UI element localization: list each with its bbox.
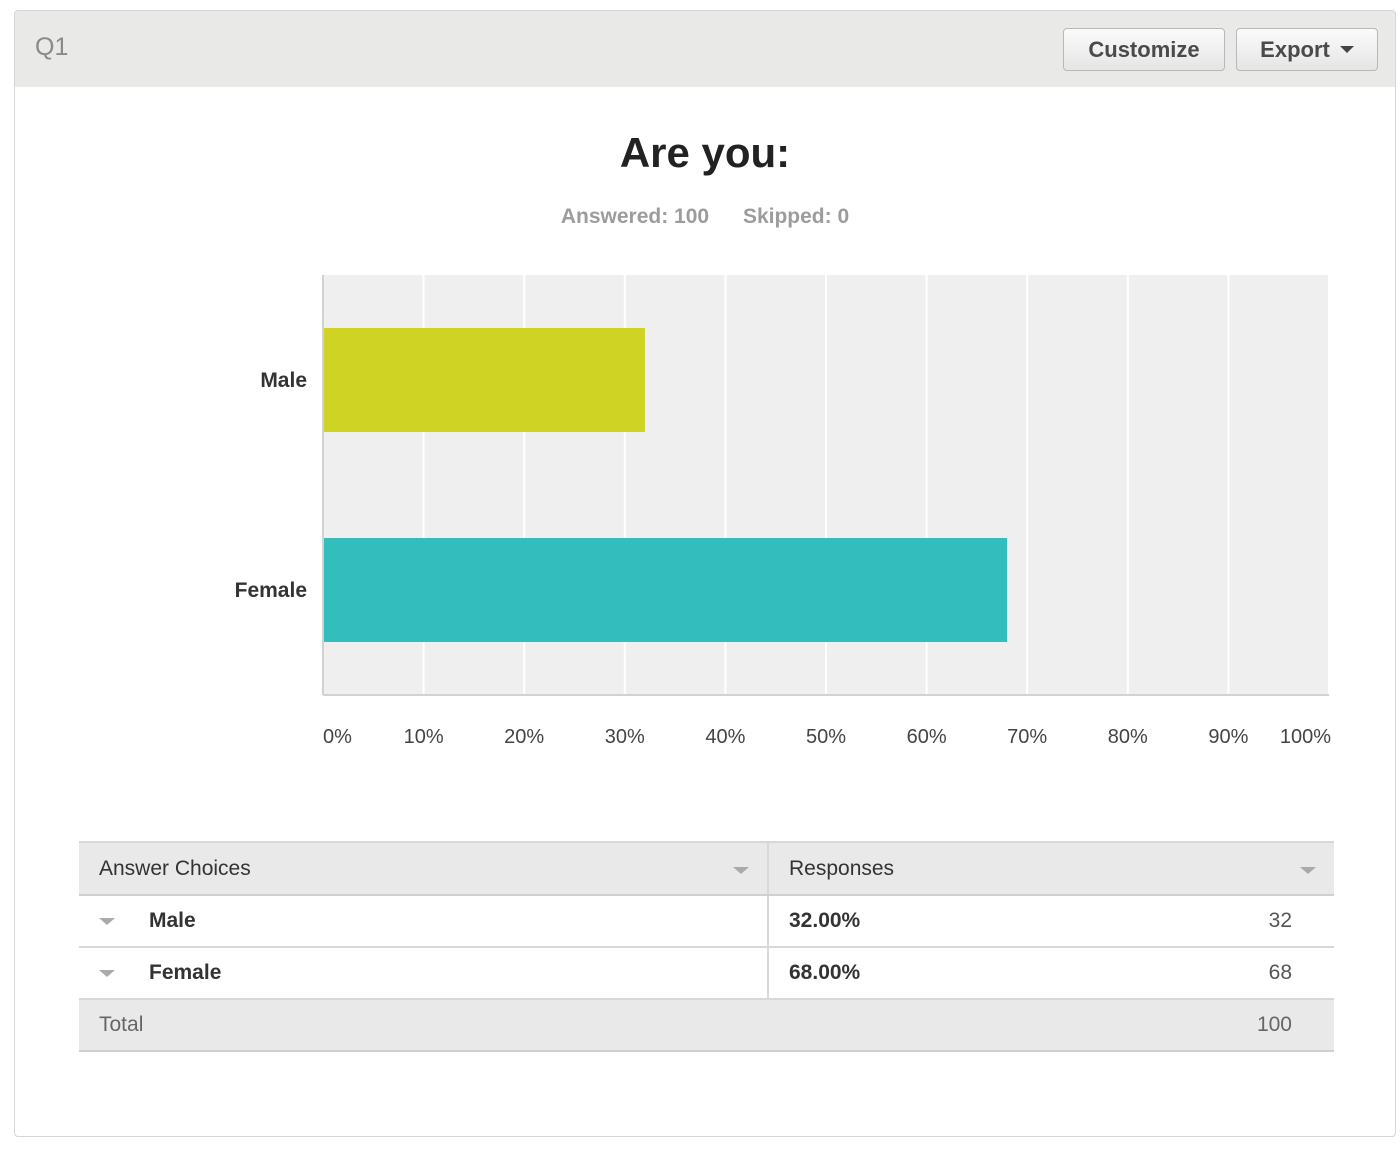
- expand-caret-icon[interactable]: [99, 917, 115, 925]
- question-card: Q1 Customize Export Are you: Answered: 1…: [14, 10, 1396, 1137]
- count-cell: 32: [1071, 895, 1334, 948]
- x-tick-label: 80%: [1108, 726, 1148, 748]
- answer-choices-header[interactable]: Answer Choices: [79, 841, 769, 896]
- x-tick-label: 0%: [323, 726, 352, 748]
- x-tick-label: 30%: [605, 726, 645, 748]
- sort-caret-icon[interactable]: [733, 867, 749, 874]
- responses-header-label: Responses: [789, 856, 895, 880]
- x-tick-label: 40%: [705, 726, 745, 748]
- percent-cell: 68.00%: [768, 947, 1072, 1000]
- table-row: Female 68.00% 68: [79, 947, 1334, 1000]
- total-row: Total 100: [79, 999, 1334, 1052]
- x-tick-label: 70%: [1007, 726, 1047, 748]
- choice-label: Female: [149, 961, 222, 984]
- x-tick-label: 60%: [907, 726, 947, 748]
- total-spacer: [768, 999, 1072, 1052]
- choice-cell: Male: [79, 895, 769, 948]
- x-tick-label: 20%: [504, 726, 544, 748]
- bar-female: [324, 538, 1008, 642]
- choice-cell: Female: [79, 947, 769, 1000]
- responses-header[interactable]: Responses: [768, 841, 1334, 896]
- total-count: 100: [1071, 999, 1334, 1052]
- bar-chart: 0% 10% 20% 30% 40% 50% 60% 70% 80% 90% 100% Male Fem…: [235, 275, 1331, 748]
- table-row: Male 32.00% 32: [79, 895, 1334, 948]
- x-tick-label: 100%: [1280, 726, 1331, 748]
- table-header-row: Answer Choices Responses: [79, 841, 1334, 896]
- x-tick-label: 10%: [404, 726, 444, 748]
- category-label: Female: [235, 579, 307, 602]
- total-label: Total: [79, 999, 768, 1052]
- x-tick-label: 50%: [806, 726, 846, 748]
- category-label: Male: [260, 369, 307, 392]
- answer-choices-header-label: Answer Choices: [99, 856, 251, 880]
- bar-male: [324, 328, 645, 432]
- percent-cell: 32.00%: [768, 895, 1072, 948]
- count-cell: 68: [1071, 947, 1334, 1000]
- x-tick-label: 90%: [1208, 726, 1248, 748]
- choice-label: Male: [149, 909, 196, 932]
- sort-caret-icon[interactable]: [1300, 867, 1316, 874]
- expand-caret-icon[interactable]: [99, 969, 115, 977]
- responses-table: Answer Choices Responses Male 32.00% 32: [79, 841, 1334, 1052]
